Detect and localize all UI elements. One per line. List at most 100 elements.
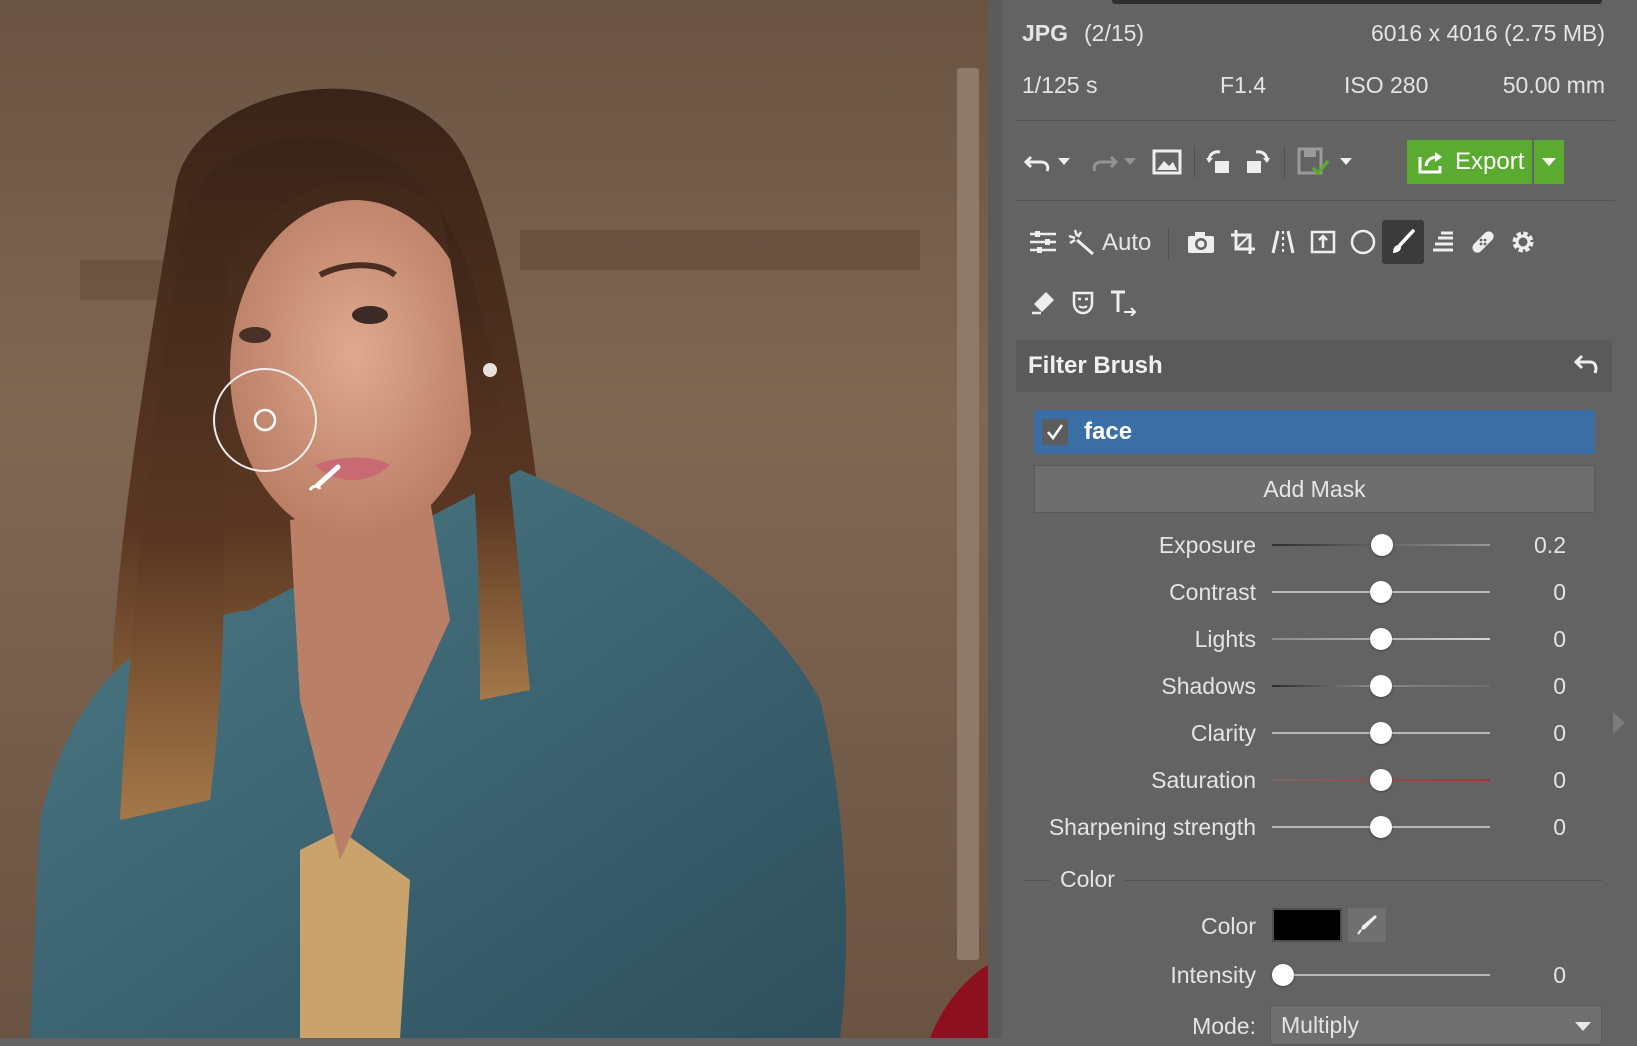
- slider-exposure[interactable]: Exposure 0.2: [1002, 525, 1602, 565]
- slider-label: Shadows: [1161, 673, 1256, 699]
- slider-thumb[interactable]: [1371, 534, 1393, 556]
- slider-saturation[interactable]: Saturation 0: [1002, 760, 1602, 800]
- slider-value[interactable]: 0: [1553, 579, 1566, 606]
- slider-contrast[interactable]: Contrast 0: [1002, 572, 1602, 612]
- slider-value[interactable]: 0: [1553, 673, 1566, 700]
- perspective-tool-icon[interactable]: [1262, 220, 1304, 264]
- slider-value[interactable]: 0: [1553, 767, 1566, 794]
- shutter-speed: 1/125 s: [1022, 72, 1098, 98]
- save-dropdown-icon[interactable]: [1338, 140, 1354, 184]
- slider-value[interactable]: 0: [1553, 962, 1566, 989]
- main-toolbar: Export: [1022, 140, 1617, 184]
- slider-thumb[interactable]: [1370, 816, 1392, 838]
- undo-icon[interactable]: [1022, 140, 1054, 184]
- undo-dropdown-icon[interactable]: [1056, 140, 1072, 184]
- tools-row-1: Auto: [1022, 220, 1617, 266]
- file-index: (2/15): [1084, 20, 1145, 46]
- file-format: JPG: [1022, 20, 1069, 46]
- group-line: [1124, 880, 1602, 881]
- photo-viewport[interactable]: [0, 0, 988, 1038]
- add-mask-button[interactable]: Add Mask: [1034, 465, 1595, 513]
- straighten-tool-icon[interactable]: [1302, 220, 1344, 264]
- slider-value[interactable]: 0: [1553, 814, 1566, 841]
- toolbar-divider: [1194, 146, 1195, 178]
- mode-select[interactable]: Multiply: [1270, 1005, 1602, 1045]
- chevron-down-icon: [1575, 1022, 1591, 1031]
- color-group-title: Color: [1024, 866, 1602, 896]
- photo-canvas[interactable]: [0, 0, 988, 1038]
- redo-dropdown-icon[interactable]: [1122, 140, 1138, 184]
- panel-collapse-arrow-icon[interactable]: [1613, 712, 1625, 734]
- slider-intensity[interactable]: Intensity 0: [1002, 955, 1602, 995]
- right-panel: JPG (2/15) 6016 x 4016 (2.75 MB) 1/125 s…: [1002, 0, 1637, 1045]
- toolbar-divider: [1168, 228, 1169, 260]
- slider-value[interactable]: 0: [1553, 626, 1566, 653]
- separator: [1016, 200, 1615, 201]
- brush-tool-icon[interactable]: [1382, 220, 1424, 264]
- export-dropdown-icon[interactable]: [1534, 140, 1564, 184]
- slider-thumb[interactable]: [1370, 628, 1392, 650]
- slider-label: Lights: [1194, 626, 1256, 652]
- file-info-row: JPG (2/15) 6016 x 4016 (2.75 MB): [1022, 20, 1605, 52]
- reset-icon[interactable]: [1574, 352, 1600, 376]
- mask-name: face: [1084, 418, 1133, 445]
- slider-label: Contrast: [1169, 579, 1256, 605]
- rotate-left-icon[interactable]: [1202, 140, 1236, 184]
- slider-label: Intensity: [1170, 962, 1256, 988]
- redo-icon[interactable]: [1088, 140, 1120, 184]
- toolbar-divider: [1284, 146, 1285, 178]
- slider-lights[interactable]: Lights 0: [1002, 619, 1602, 659]
- slider-track[interactable]: [1272, 974, 1490, 976]
- focal-length: 50.00 mm: [1502, 72, 1605, 98]
- adjustments-tool-icon[interactable]: [1022, 220, 1064, 264]
- export-label: Export: [1455, 148, 1525, 175]
- aperture: F1.4: [1220, 72, 1267, 98]
- auto-tool-icon[interactable]: [1060, 220, 1102, 264]
- color-swatch[interactable]: [1272, 908, 1342, 942]
- slider-clarity[interactable]: Clarity 0: [1002, 713, 1602, 753]
- slider-thumb[interactable]: [1272, 964, 1294, 986]
- slider-thumb[interactable]: [1370, 769, 1392, 791]
- mode-value: Multiply: [1281, 1012, 1359, 1038]
- crop-tool-icon[interactable]: [1222, 220, 1264, 264]
- slider-label: Clarity: [1190, 720, 1256, 746]
- image-icon[interactable]: [1150, 140, 1184, 184]
- healing-tool-icon[interactable]: [1462, 220, 1504, 264]
- slider-thumb[interactable]: [1370, 722, 1392, 744]
- save-icon[interactable]: [1294, 140, 1334, 184]
- histogram-bottom-edge: [1112, 0, 1602, 4]
- slider-value[interactable]: 0: [1553, 720, 1566, 747]
- radial-filter-tool-icon[interactable]: [1342, 220, 1384, 264]
- gradient-tool-icon[interactable]: [1422, 220, 1464, 264]
- tools-row-2: [1022, 280, 1617, 326]
- face-tool-icon[interactable]: [1062, 280, 1104, 324]
- color-label: Color: [1201, 913, 1256, 939]
- mask-item-face[interactable]: face: [1034, 410, 1595, 454]
- color-group-label: Color: [1060, 866, 1115, 892]
- exif-row: 1/125 s F1.4 ISO 280 50.00 mm: [1022, 72, 1605, 104]
- export-button[interactable]: Export: [1407, 140, 1532, 184]
- settings-gear-icon[interactable]: [1502, 220, 1544, 264]
- slider-sharpening-strength[interactable]: Sharpening strength 0: [1002, 807, 1602, 847]
- slider-thumb[interactable]: [1370, 675, 1392, 697]
- checkmark-icon: [1047, 424, 1064, 441]
- slider-label: Exposure: [1158, 532, 1256, 558]
- camera-tool-icon[interactable]: [1180, 220, 1222, 264]
- panel-divider[interactable]: [988, 0, 1002, 1038]
- filter-brush-title: Filter Brush: [1028, 352, 1163, 379]
- slider-shadows[interactable]: Shadows 0: [1002, 666, 1602, 706]
- eyedropper-icon[interactable]: [1348, 908, 1386, 942]
- export-icon: [1418, 152, 1442, 174]
- slider-thumb[interactable]: [1370, 581, 1392, 603]
- slider-label: Saturation: [1151, 767, 1256, 793]
- mode-label: Mode:: [1192, 1013, 1256, 1039]
- mask-checkbox[interactable]: [1042, 419, 1068, 445]
- eraser-tool-icon[interactable]: [1022, 280, 1064, 324]
- filter-brush-header[interactable]: Filter Brush: [1016, 340, 1612, 392]
- text-tool-icon[interactable]: [1102, 280, 1144, 324]
- viewport-scrollbar[interactable]: [957, 68, 979, 960]
- slider-value[interactable]: 0.2: [1534, 532, 1566, 559]
- rotate-right-icon[interactable]: [1240, 140, 1274, 184]
- auto-label[interactable]: Auto: [1102, 229, 1151, 257]
- iso: ISO 280: [1344, 72, 1429, 98]
